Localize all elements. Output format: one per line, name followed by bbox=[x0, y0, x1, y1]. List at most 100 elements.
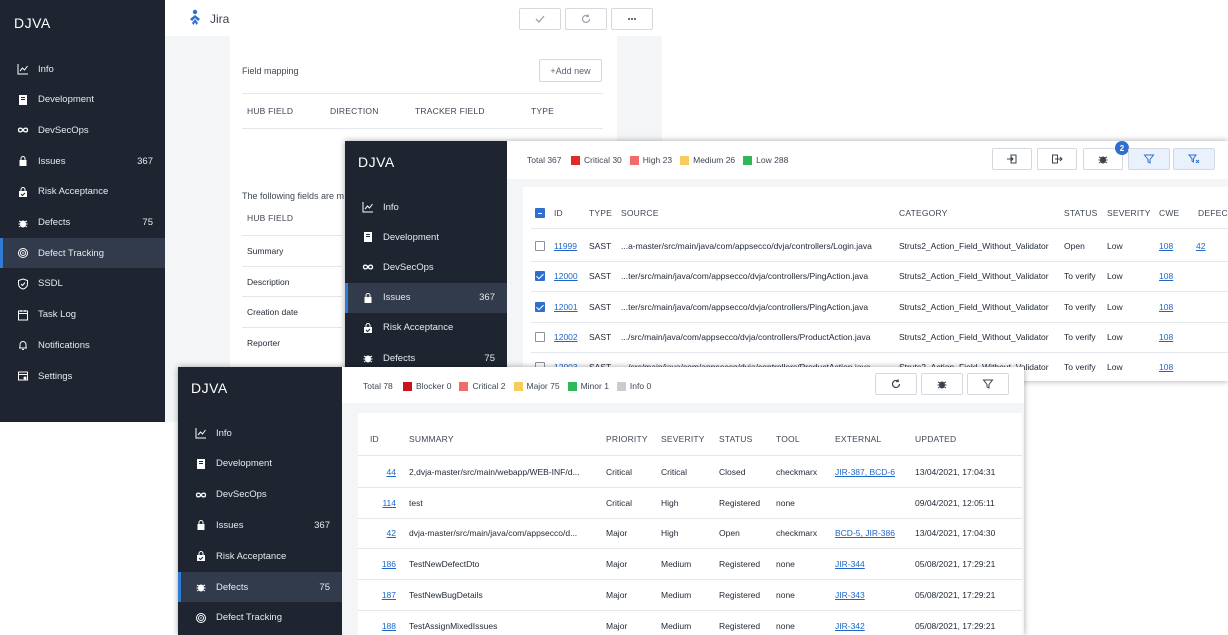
cwe-link[interactable]: 108 bbox=[1159, 362, 1173, 372]
sidebar-item-devsecops[interactable]: DevSecOps bbox=[345, 252, 507, 282]
legend-label: Info 0 bbox=[629, 381, 652, 391]
refresh-icon bbox=[891, 379, 901, 388]
defect-id-link[interactable]: 44 bbox=[372, 467, 396, 477]
bug-icon bbox=[1098, 156, 1108, 164]
issue-status: To verify bbox=[1064, 362, 1096, 373]
defect-id-link[interactable]: 186 bbox=[372, 559, 396, 569]
legend-label: Blocker 0 bbox=[416, 381, 452, 391]
sidebar-item-devsecops[interactable]: DevSecOps bbox=[178, 480, 342, 510]
column-header: ID bbox=[554, 208, 563, 218]
add-new-button[interactable]: +Add new bbox=[539, 59, 602, 82]
select-all-checkbox[interactable] bbox=[535, 208, 545, 218]
sidebar-item-development[interactable]: Development bbox=[178, 449, 342, 479]
sidebar-item-count: 75 bbox=[484, 352, 495, 364]
confirm-button[interactable] bbox=[519, 8, 561, 30]
external-link[interactable]: JIR-343 bbox=[835, 590, 865, 600]
cwe-link[interactable]: 108 bbox=[1159, 302, 1173, 312]
sidebar-item-risk-acceptance[interactable]: Risk Acceptance bbox=[345, 313, 507, 343]
sidebar-item-info[interactable]: Info bbox=[178, 418, 342, 448]
row-checkbox[interactable] bbox=[535, 241, 545, 251]
export-button[interactable] bbox=[1037, 148, 1077, 170]
sidebar-item-label: Development bbox=[38, 94, 94, 106]
sidebar-item-devsecops[interactable]: DevSecOps bbox=[0, 115, 165, 145]
sidebar-item-label: Issues bbox=[38, 155, 66, 167]
sidebar-item-issues[interactable]: Issues 367 bbox=[178, 510, 342, 540]
column-header: SUMMARY bbox=[409, 434, 454, 444]
cwe-link[interactable]: 108 bbox=[1159, 332, 1173, 342]
row-checkbox[interactable] bbox=[535, 301, 545, 312]
hub-field-item: Description bbox=[247, 276, 290, 287]
column-header: CATEGORY bbox=[899, 208, 948, 218]
sidebar-item-label: Info bbox=[38, 63, 54, 75]
defect-priority: Critical bbox=[606, 467, 632, 477]
sidebar-item-label: Info bbox=[216, 427, 232, 439]
sidebar-item-defect-tracking[interactable]: Defect Tracking bbox=[0, 238, 165, 269]
sidebar-item-count: 367 bbox=[137, 155, 153, 167]
defect-tool: none bbox=[776, 559, 795, 570]
external-link[interactable]: BCD-5, JIR-386 bbox=[835, 528, 895, 538]
row-checkbox[interactable] bbox=[535, 271, 545, 282]
book-icon bbox=[16, 93, 30, 107]
sidebar-item-task-log[interactable]: Task Log bbox=[0, 300, 165, 330]
cwe-link[interactable]: 108 bbox=[1159, 271, 1173, 281]
issue-severity: Low bbox=[1107, 331, 1123, 342]
issue-id-link[interactable]: 12002 bbox=[554, 332, 578, 342]
column-header: EXTERNAL bbox=[835, 434, 882, 444]
issue-severity: Low bbox=[1107, 271, 1123, 282]
sidebar-item-count: 367 bbox=[479, 292, 495, 304]
sidebar-item-label: Task Log bbox=[38, 309, 77, 321]
sidebar-item-defects[interactable]: Defects 75 bbox=[0, 208, 165, 238]
sidebar-item-defects[interactable]: Defects 75 bbox=[178, 572, 342, 602]
create-defect-button[interactable] bbox=[921, 373, 963, 395]
reset-button[interactable] bbox=[565, 8, 607, 30]
external-link[interactable]: JIR-344 bbox=[835, 559, 865, 569]
external-link[interactable]: JIR-387, BCD-6 bbox=[835, 467, 895, 477]
sidebar-item-label: Settings bbox=[38, 370, 73, 382]
issue-id-link[interactable]: 11999 bbox=[554, 241, 577, 251]
issue-id-link[interactable]: 12000 bbox=[554, 271, 578, 281]
defect-id-link[interactable]: 187 bbox=[372, 590, 396, 600]
issue-status: To verify bbox=[1064, 271, 1096, 282]
defect-status: Registered bbox=[719, 589, 761, 600]
sidebar-item-issues[interactable]: Issues 367 bbox=[0, 146, 165, 176]
filter-button[interactable] bbox=[1128, 148, 1170, 170]
sidebar-item-issues[interactable]: Issues 367 bbox=[345, 282, 507, 313]
filter-button[interactable] bbox=[967, 373, 1009, 395]
defect-link[interactable]: 42 bbox=[1196, 241, 1205, 251]
defect-id-link[interactable]: 42 bbox=[372, 528, 396, 538]
window-issues: DJVA Info Development DevSecOps Issues 367 Ri… bbox=[345, 141, 1228, 381]
defect-status: Open bbox=[719, 528, 740, 539]
defect-updated: 05/08/2021, 17:29:21 bbox=[915, 620, 996, 631]
column-header: TYPE bbox=[589, 208, 613, 218]
external-link[interactable]: JIR-342 bbox=[835, 621, 865, 631]
sidebar-item-info[interactable]: Info bbox=[0, 54, 165, 84]
defect-id-link[interactable]: 188 bbox=[372, 621, 396, 631]
sidebar-item-notifications[interactable]: Notifications bbox=[0, 330, 165, 360]
sidebar-item-ssdl[interactable]: SSDL bbox=[0, 269, 165, 299]
sidebar-item-development[interactable]: Development bbox=[345, 222, 507, 252]
issue-id-link[interactable]: 12001 bbox=[554, 302, 578, 312]
export-icon bbox=[1052, 154, 1063, 164]
sidebar-item-label: Issues bbox=[216, 519, 244, 531]
sidebar-item-risk-acceptance[interactable]: Risk Acceptance bbox=[0, 177, 165, 207]
more-button[interactable] bbox=[611, 8, 653, 30]
sidebar-item-label: Info bbox=[383, 201, 399, 213]
sidebar: DJVA Info Development DevSecOps Issues 367 Ri… bbox=[178, 367, 342, 635]
sidebar-item-label: DevSecOps bbox=[383, 261, 434, 273]
defects-total: Total 78 bbox=[363, 381, 393, 391]
sidebar-item-info[interactable]: Info bbox=[345, 192, 507, 222]
filter-count-badge: 2 bbox=[1115, 141, 1129, 155]
column-header: TOOL bbox=[776, 434, 800, 444]
sidebar-item-risk-acceptance[interactable]: Risk Acceptance bbox=[178, 541, 342, 571]
import-button[interactable] bbox=[992, 148, 1032, 170]
defect-id-link[interactable]: 114 bbox=[372, 498, 396, 508]
sidebar-item-defect-tracking[interactable]: Defect Tracking bbox=[178, 603, 342, 633]
column-header: SEVERITY bbox=[661, 434, 705, 444]
sidebar-item-development[interactable]: Development bbox=[0, 85, 165, 115]
clear-filter-button[interactable] bbox=[1173, 148, 1215, 170]
filter-icon bbox=[982, 379, 994, 389]
cwe-link[interactable]: 108 bbox=[1159, 241, 1173, 251]
row-checkbox[interactable] bbox=[535, 331, 545, 342]
sidebar-item-settings[interactable]: Settings bbox=[0, 361, 165, 391]
refresh-button[interactable] bbox=[875, 373, 917, 395]
